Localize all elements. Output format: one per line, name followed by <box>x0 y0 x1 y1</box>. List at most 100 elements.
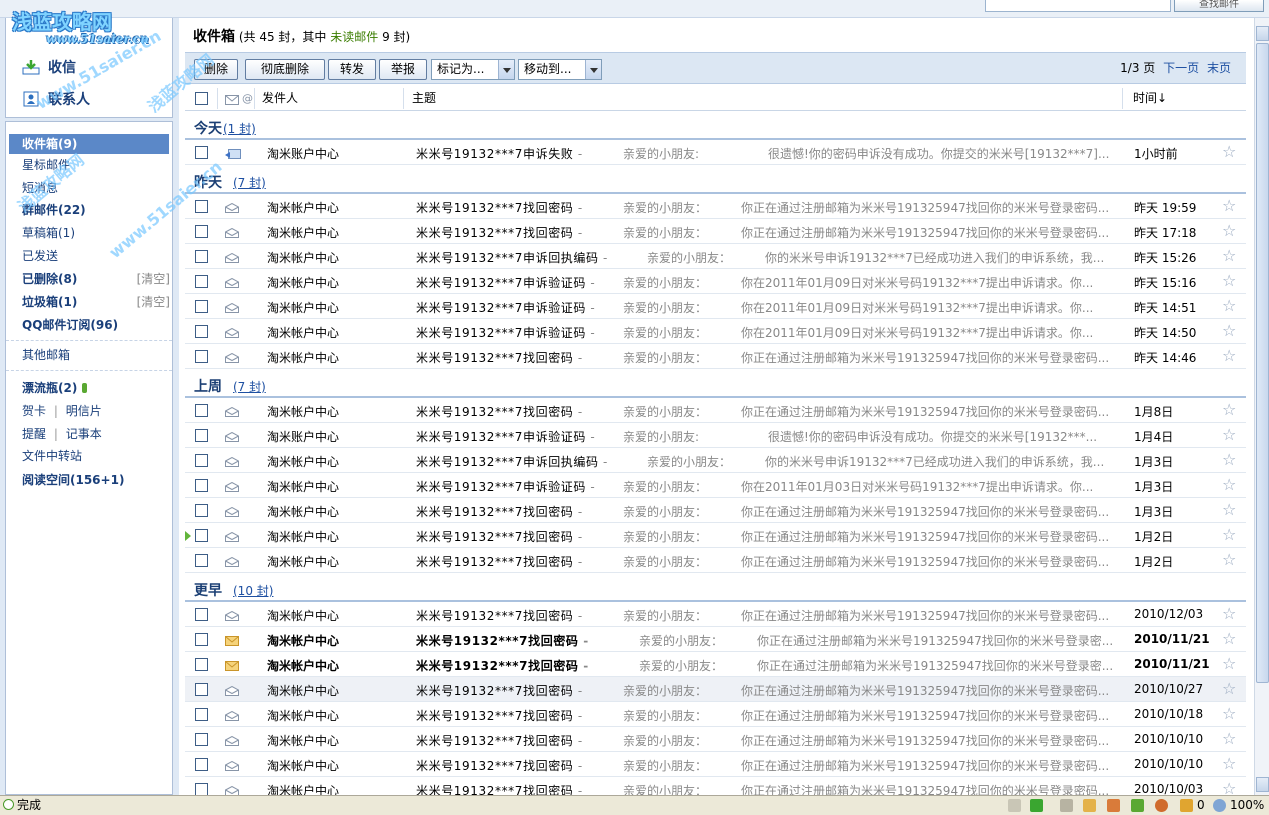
mail-row[interactable]: 淘米帐户中心 米米号19132***7申诉验证码 - 亲爱的小朋友： 你在2011年0… <box>185 269 1246 294</box>
shield-icon[interactable] <box>1180 799 1193 812</box>
scrollbar[interactable] <box>1254 18 1269 795</box>
row-checkbox[interactable] <box>195 404 208 417</box>
star-icon[interactable]: ☆ <box>1222 730 1236 748</box>
mail-row[interactable]: 淘米帐户中心 米米号19132***7找回密码 - 亲爱的小朋友： 你正在通过注册邮箱… <box>185 777 1246 795</box>
mark-as-dropdown[interactable]: 标记为... <box>431 59 515 80</box>
row-checkbox[interactable] <box>195 554 208 567</box>
row-checkbox[interactable] <box>195 708 208 721</box>
folder-messages[interactable]: 短消息 <box>6 178 172 198</box>
mail-row[interactable]: 淘米帐户中心 米米号19132***7找回密码 - 亲爱的小朋友： 你正在通过注册邮箱… <box>185 548 1246 573</box>
mail-row[interactable]: 淘米帐户中心 米米号19132***7找回密码 - 亲爱的小朋友： 你正在通过注册邮箱… <box>185 677 1246 702</box>
row-checkbox[interactable] <box>195 504 208 517</box>
mail-row[interactable]: 淘米帐户中心 米米号19132***7找回密码 - 亲爱的小朋友： 你正在通过注册邮箱… <box>185 398 1246 423</box>
star-icon[interactable]: ☆ <box>1222 630 1236 648</box>
mail-row[interactable]: 淘米帐户中心 米米号19132***7申诉回执编码 - 亲爱的小朋友： 你的米米号申诉… <box>185 448 1246 473</box>
row-checkbox[interactable] <box>195 658 208 671</box>
mail-row[interactable]: 淘米帐户中心 米米号19132***7申诉回执编码 - 亲爱的小朋友： 你的米米号申诉… <box>185 244 1246 269</box>
mail-row[interactable]: 淘米帐户中心 米米号19132***7找回密码 - 亲爱的小朋友： 你正在通过注册邮箱… <box>185 344 1246 369</box>
folder-drafts[interactable]: 草稿箱(1) <box>6 223 172 243</box>
scroll-up-arrow-icon[interactable] <box>1256 26 1269 41</box>
row-checkbox[interactable] <box>195 683 208 696</box>
mail-row[interactable]: 淘米账户中心 米米号19132***7申诉失败 - 亲爱的小朋友: 很遗憾!你的密码申… <box>185 140 1246 165</box>
row-checkbox[interactable] <box>195 429 208 442</box>
mail-row[interactable]: 淘米帐户中心 米米号19132***7找回密码 - 亲爱的小朋友： 你正在通过注册邮箱… <box>185 627 1246 652</box>
unread-mail-link[interactable]: 未读邮件 <box>330 30 378 44</box>
star-icon[interactable]: ☆ <box>1222 655 1236 673</box>
star-icon[interactable]: ☆ <box>1222 755 1236 773</box>
report-button[interactable]: 举报 <box>379 59 427 80</box>
row-checkbox[interactable] <box>195 733 208 746</box>
folder-other-mailbox[interactable]: 其他邮箱 <box>6 345 172 365</box>
forward-button[interactable]: 转发 <box>328 59 376 80</box>
star-icon[interactable]: ☆ <box>1222 780 1236 796</box>
star-icon[interactable]: ☆ <box>1222 605 1236 623</box>
row-checkbox[interactable] <box>195 200 208 213</box>
star-icon[interactable]: ☆ <box>1222 297 1236 315</box>
star-icon[interactable]: ☆ <box>1222 222 1236 240</box>
star-icon[interactable]: ☆ <box>1222 705 1236 723</box>
folder-sent[interactable]: 已发送 <box>6 246 172 266</box>
move-to-dropdown[interactable]: 移动到... <box>518 59 602 80</box>
star-icon[interactable]: ☆ <box>1222 143 1236 161</box>
popup-icon[interactable] <box>1107 799 1120 812</box>
top-search-button[interactable]: 查找邮件 <box>1174 0 1264 12</box>
subject-column-header[interactable]: 主题 <box>412 86 436 111</box>
mail-row[interactable]: 淘米帐户中心 米米号19132***7找回密码 - 亲爱的小朋友： 你正在通过注册邮箱… <box>185 194 1246 219</box>
select-all-checkbox[interactable] <box>195 92 208 105</box>
zoom-icon[interactable] <box>1213 799 1226 812</box>
row-checkbox[interactable] <box>195 300 208 313</box>
row-checkbox[interactable] <box>195 608 208 621</box>
last-page-link[interactable]: 末页 <box>1207 61 1231 75</box>
row-checkbox[interactable] <box>195 146 208 159</box>
mail-row[interactable]: 淘米账户中心 米米号19132***7申诉验证码 - 亲爱的小朋友: 很遗憾!你的密码… <box>185 423 1246 448</box>
folder-starred[interactable]: 星标邮件 <box>6 155 172 175</box>
star-icon[interactable]: ☆ <box>1222 322 1236 340</box>
mail-row[interactable]: 淘米帐户中心 米米号19132***7找回密码 - 亲爱的小朋友： 你正在通过注册邮箱… <box>185 602 1246 627</box>
row-checkbox[interactable] <box>195 350 208 363</box>
mail-row[interactable]: 淘米帐户中心 米米号19132***7找回密码 - 亲爱的小朋友： 你正在通过注册邮箱… <box>185 702 1246 727</box>
star-icon[interactable]: ☆ <box>1222 526 1236 544</box>
mail-row[interactable]: 淘米帐户中心 米米号19132***7找回密码 - 亲爱的小朋友： 你正在通过注册邮箱… <box>185 652 1246 677</box>
star-icon[interactable]: ☆ <box>1222 247 1236 265</box>
time-column-header[interactable]: 时间↓ <box>1133 86 1167 111</box>
row-checkbox[interactable] <box>195 225 208 238</box>
star-icon[interactable]: ☆ <box>1222 272 1236 290</box>
permanent-delete-button[interactable]: 彻底删除 <box>245 59 325 80</box>
zoom-level[interactable]: 100% <box>1230 796 1264 815</box>
row-checkbox[interactable] <box>195 529 208 542</box>
row-checkbox[interactable] <box>195 783 208 795</box>
star-icon[interactable]: ☆ <box>1222 347 1236 365</box>
greeting-card-link[interactable]: 贺卡 <box>22 404 46 418</box>
mail-row[interactable]: 淘米帐户中心 米米号19132***7申诉验证码 - 亲爱的小朋友： 你在2011年0… <box>185 473 1246 498</box>
folder-group-mail[interactable]: 群邮件(22) <box>6 200 172 220</box>
delete-button[interactable]: 删除 <box>194 59 238 80</box>
group-count-link[interactable]: (10 封) <box>233 582 273 599</box>
group-count-link[interactable]: (7 封) <box>233 174 266 191</box>
scroll-down-arrow-icon[interactable] <box>1256 777 1269 792</box>
top-search-input[interactable] <box>985 0 1171 12</box>
star-icon[interactable]: ☆ <box>1222 401 1236 419</box>
row-checkbox[interactable] <box>195 633 208 646</box>
reading-space-link[interactable]: 阅读空间(156+1) <box>6 470 172 490</box>
receive-mail-button[interactable]: 收信 <box>22 56 76 78</box>
folder-spam[interactable]: 垃圾箱(1) [清空] <box>6 292 172 312</box>
folder-deleted[interactable]: 已删除(8) [清空] <box>6 269 172 289</box>
next-page-link[interactable]: 下一页 <box>1163 61 1199 75</box>
row-checkbox[interactable] <box>195 325 208 338</box>
contacts-button[interactable]: 联系人 <box>22 88 90 110</box>
group-count-link[interactable]: (1 封) <box>223 120 256 137</box>
mail-row[interactable]: 淘米帐户中心 米米号19132***7找回密码 - 亲爱的小朋友： 你正在通过注册邮箱… <box>185 498 1246 523</box>
mail-row[interactable]: 淘米帐户中心 米米号19132***7申诉验证码 - 亲爱的小朋友： 你在2011年0… <box>185 294 1246 319</box>
scroll-thumb[interactable] <box>1256 43 1269 683</box>
row-checkbox[interactable] <box>195 479 208 492</box>
star-icon[interactable]: ☆ <box>1222 476 1236 494</box>
notepad-link[interactable]: 记事本 <box>66 427 102 441</box>
clear-spam-link[interactable]: [清空] <box>137 292 170 312</box>
star-icon[interactable]: ☆ <box>1222 501 1236 519</box>
reminder-link[interactable]: 提醒 <box>22 427 46 441</box>
download-icon[interactable] <box>1030 799 1043 812</box>
mail-row[interactable]: 淘米帐户中心 米米号19132***7找回密码 - 亲爱的小朋友： 你正在通过注册邮箱… <box>185 219 1246 244</box>
folder-subscriptions[interactable]: QQ邮件订阅(96) <box>6 315 172 335</box>
row-checkbox[interactable] <box>195 275 208 288</box>
mail-row[interactable]: 淘米帐户中心 米米号19132***7找回密码 - 亲爱的小朋友： 你正在通过注册邮箱… <box>185 727 1246 752</box>
